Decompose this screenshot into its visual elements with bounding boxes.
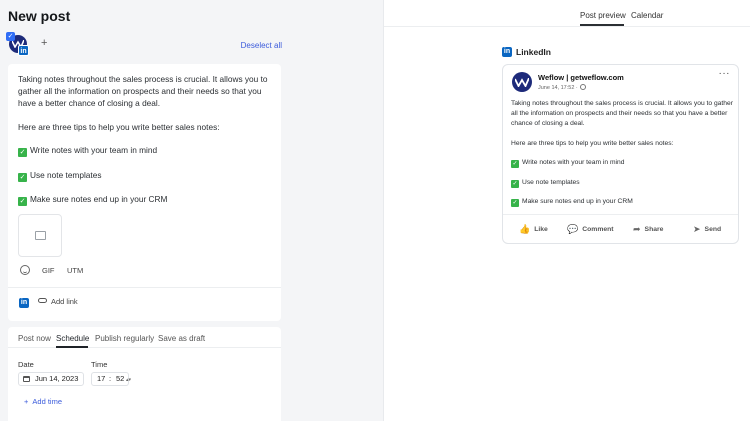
time-picker[interactable]: 17 : 52 ▴▾	[91, 372, 131, 386]
check-mark-icon: ✓	[511, 199, 519, 207]
preview-paragraph: Here are three tips to help you write be…	[511, 139, 674, 147]
preview-tip: ✓ Use note templates	[511, 178, 735, 188]
stepper-icon[interactable]: ▴▾	[126, 374, 131, 386]
preview-tip: ✓ Make sure notes end up in your CRM	[511, 197, 735, 207]
tab-post-preview[interactable]: Post preview	[580, 11, 626, 20]
time-label: Time	[91, 360, 108, 369]
link-icon	[38, 298, 47, 303]
add-link-button[interactable]: Add link	[38, 297, 78, 306]
check-mark-icon: ✓	[18, 148, 27, 157]
account-avatar[interactable]: ✓ in	[6, 32, 31, 57]
preview-paragraph: Taking notes throughout the sales proces…	[511, 100, 733, 127]
more-options-icon[interactable]: ···	[719, 68, 731, 79]
share-label: Share	[644, 226, 664, 233]
share-icon: ➦	[633, 224, 641, 234]
post-actions: 👍 Like 💬 Comment ➦ Share ➤ Send	[503, 215, 738, 243]
account-selector: ✓ in + Deselect all	[6, 32, 283, 57]
page-title: New post	[8, 8, 71, 24]
utm-button[interactable]: UTM	[67, 266, 83, 275]
tab-schedule[interactable]: Schedule	[56, 334, 89, 343]
like-label: Like	[534, 226, 548, 233]
tip-text: Write notes with your team in mind	[522, 159, 625, 166]
like-icon: 👍	[519, 224, 531, 234]
active-tab-indicator	[56, 346, 88, 348]
post-paragraph: Taking notes throughout the sales proces…	[18, 74, 268, 108]
tip-text: Make sure notes end up in your CRM	[30, 194, 168, 204]
tip-item: ✓ Write notes with your team in mind	[18, 144, 276, 157]
post-paragraph: Here are three tips to help you write be…	[18, 121, 220, 132]
tip-text: Write notes with your team in mind	[30, 145, 158, 155]
tab-save-as-draft[interactable]: Save as draft	[158, 334, 205, 343]
selected-check-icon: ✓	[6, 32, 15, 41]
linkedin-icon: in	[18, 45, 29, 56]
calendar-icon	[23, 376, 30, 382]
date-value: Jun 14, 2023	[35, 374, 79, 383]
date-label: Date	[18, 360, 34, 369]
check-mark-icon: ✓	[18, 172, 27, 182]
send-icon: ➤	[693, 224, 701, 234]
tip-item: ✓ Use note templates	[18, 169, 276, 182]
send-label: Send	[704, 226, 722, 233]
post-meta: June 14, 17:52 ·	[538, 84, 586, 91]
preview-tip: ✓ Write notes with your team in mind	[511, 158, 735, 168]
deselect-all-link[interactable]: Deselect all	[241, 41, 282, 50]
like-button[interactable]: 👍 Like	[519, 224, 548, 235]
editor-panel: New post ✓ in + Deselect all Taking note…	[0, 0, 383, 421]
add-time-button[interactable]: + Add time	[24, 397, 62, 406]
comment-button[interactable]: 💬 Comment	[567, 224, 614, 235]
divider	[8, 287, 281, 288]
active-tab-indicator	[580, 24, 624, 26]
preview-tabs: Post preview Calendar	[384, 0, 750, 27]
author-avatar	[512, 72, 532, 92]
post-timestamp: June 14, 17:52 ·	[538, 85, 578, 91]
globe-icon	[579, 84, 586, 90]
add-link-label: Add link	[51, 297, 78, 306]
preview-panel: Post preview Calendar in LinkedIn Weflow…	[383, 0, 750, 421]
tab-calendar[interactable]: Calendar	[631, 11, 663, 20]
linkedin-post-preview: Weflow | getweflow.com June 14, 17:52 · …	[502, 64, 739, 244]
time-separator: :	[109, 374, 112, 383]
time-hour[interactable]: 17	[97, 373, 105, 385]
post-editor-card: Taking notes throughout the sales proces…	[8, 64, 281, 321]
time-minute[interactable]: 52	[116, 373, 124, 385]
network-name: LinkedIn	[516, 47, 551, 57]
comment-icon: 💬	[567, 224, 579, 234]
author-name: Weflow | getweflow.com	[538, 73, 624, 82]
check-mark-icon: ✓	[18, 197, 27, 206]
tab-post-now[interactable]: Post now	[18, 334, 51, 343]
post-text-editor[interactable]: Taking notes throughout the sales proces…	[18, 73, 276, 218]
preview-text: Taking notes throughout the sales proces…	[511, 99, 735, 217]
tip-item: ✓ Make sure notes end up in your CRM	[18, 193, 276, 206]
gif-button[interactable]: GIF	[42, 266, 55, 275]
linkedin-icon: in	[19, 298, 29, 308]
add-time-label: Add time	[32, 397, 62, 406]
tab-publish-regularly[interactable]: Publish regularly	[95, 334, 154, 343]
date-picker[interactable]: Jun 14, 2023	[18, 372, 84, 386]
image-icon	[35, 231, 46, 240]
emoji-icon[interactable]	[20, 265, 30, 275]
check-mark-icon: ✓	[511, 160, 519, 168]
comment-label: Comment	[582, 226, 614, 233]
tip-text: Use note templates	[522, 178, 580, 186]
tip-text: Make sure notes end up in your CRM	[522, 198, 633, 205]
add-media-button[interactable]	[18, 214, 62, 257]
tip-text: Use note templates	[30, 169, 102, 180]
add-account-button[interactable]: +	[41, 37, 47, 49]
schedule-card: Post now Schedule Publish regularly Save…	[8, 327, 281, 421]
share-button[interactable]: ➦ Share	[633, 224, 663, 235]
plus-icon: +	[24, 397, 29, 406]
send-button[interactable]: ➤ Send	[693, 224, 721, 235]
linkedin-icon: in	[502, 47, 512, 57]
check-mark-icon: ✓	[511, 179, 519, 188]
schedule-tabs: Post now Schedule Publish regularly Save…	[8, 327, 281, 348]
